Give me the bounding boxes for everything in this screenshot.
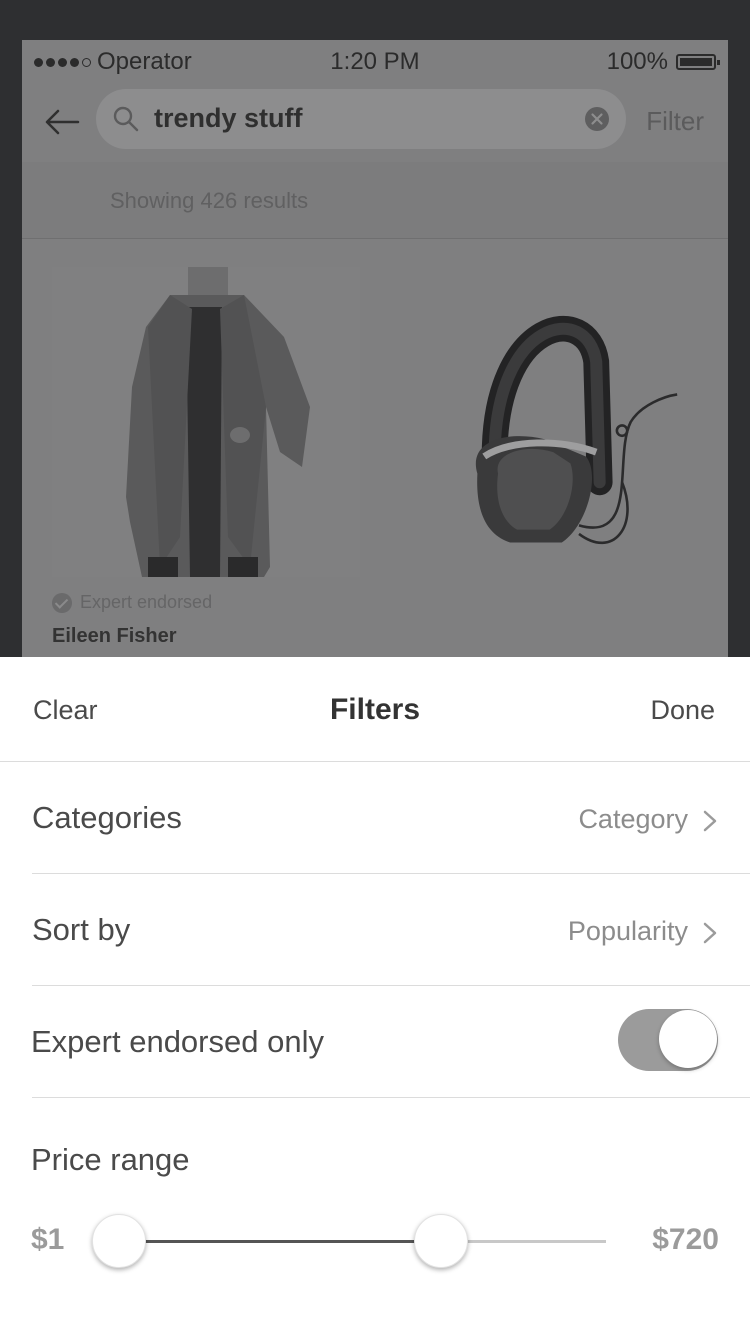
price-max-value: $720 bbox=[652, 1223, 719, 1256]
sort-value: Popularity bbox=[567, 916, 688, 946]
filter-link[interactable]: Filter bbox=[646, 106, 704, 137]
sort-label: Sort by bbox=[32, 912, 131, 947]
search-query: trendy stuff bbox=[154, 103, 303, 133]
price-slider-selected-range bbox=[120, 1240, 441, 1243]
price-range-label: Price range bbox=[31, 1142, 190, 1177]
chevron-right-icon bbox=[703, 810, 717, 832]
battery-info: 100% bbox=[606, 48, 720, 76]
back-arrow-icon[interactable] bbox=[42, 102, 82, 142]
check-circle-icon bbox=[52, 592, 72, 613]
product-grid: Expert endorsed Eileen Fisher bbox=[22, 239, 728, 680]
done-button[interactable]: Done bbox=[650, 695, 715, 726]
toggle-knob bbox=[659, 1010, 717, 1068]
sort-row[interactable]: Sort by Popularity bbox=[32, 874, 750, 986]
categories-value: Category bbox=[578, 804, 688, 834]
expert-endorsed-toggle[interactable] bbox=[618, 1009, 718, 1071]
sheet-header: Clear Filters Done bbox=[0, 657, 750, 762]
categories-row[interactable]: Categories Category bbox=[32, 762, 750, 874]
results-count: Showing 426 results bbox=[110, 188, 309, 213]
search-header: trendy stuff Filter bbox=[22, 82, 728, 162]
sheet-title: Filters bbox=[329, 693, 421, 726]
price-max-thumb[interactable] bbox=[413, 1214, 468, 1268]
price-min-value: $1 bbox=[31, 1223, 65, 1256]
search-input[interactable]: trendy stuff bbox=[96, 89, 626, 149]
filter-sheet: Clear Filters Done Categories Category S… bbox=[0, 657, 750, 1334]
price-min-thumb[interactable] bbox=[92, 1214, 146, 1268]
expert-endorsed-row: Expert endorsed only bbox=[31, 986, 750, 1098]
endorsed-label: Expert endorsed bbox=[80, 592, 213, 612]
status-bar: Operator 1:20 PM 100% bbox=[22, 40, 728, 82]
product-brand: Eileen Fisher bbox=[52, 625, 177, 647]
expert-endorsed-label: Expert endorsed only bbox=[31, 1024, 324, 1059]
results-bar: Showing 426 results bbox=[22, 162, 728, 239]
price-range-section: Price range $1 $720 bbox=[0, 1098, 750, 1334]
endorsed-badge: Expert endorsed bbox=[52, 592, 360, 613]
product-card[interactable]: Expert endorsed Eileen Fisher bbox=[52, 267, 360, 648]
clear-search-icon[interactable] bbox=[584, 106, 610, 132]
background-screen: Operator 1:20 PM 100% trendy stuff Filte… bbox=[22, 40, 728, 680]
chevron-right-icon bbox=[703, 922, 717, 944]
headphones-image bbox=[475, 315, 678, 545]
cardigan-image bbox=[52, 267, 360, 577]
search-icon bbox=[113, 106, 139, 132]
battery-percent: 100% bbox=[606, 48, 668, 75]
battery-icon bbox=[676, 54, 720, 70]
categories-label: Categories bbox=[32, 800, 182, 835]
product-card[interactable] bbox=[394, 267, 702, 582]
